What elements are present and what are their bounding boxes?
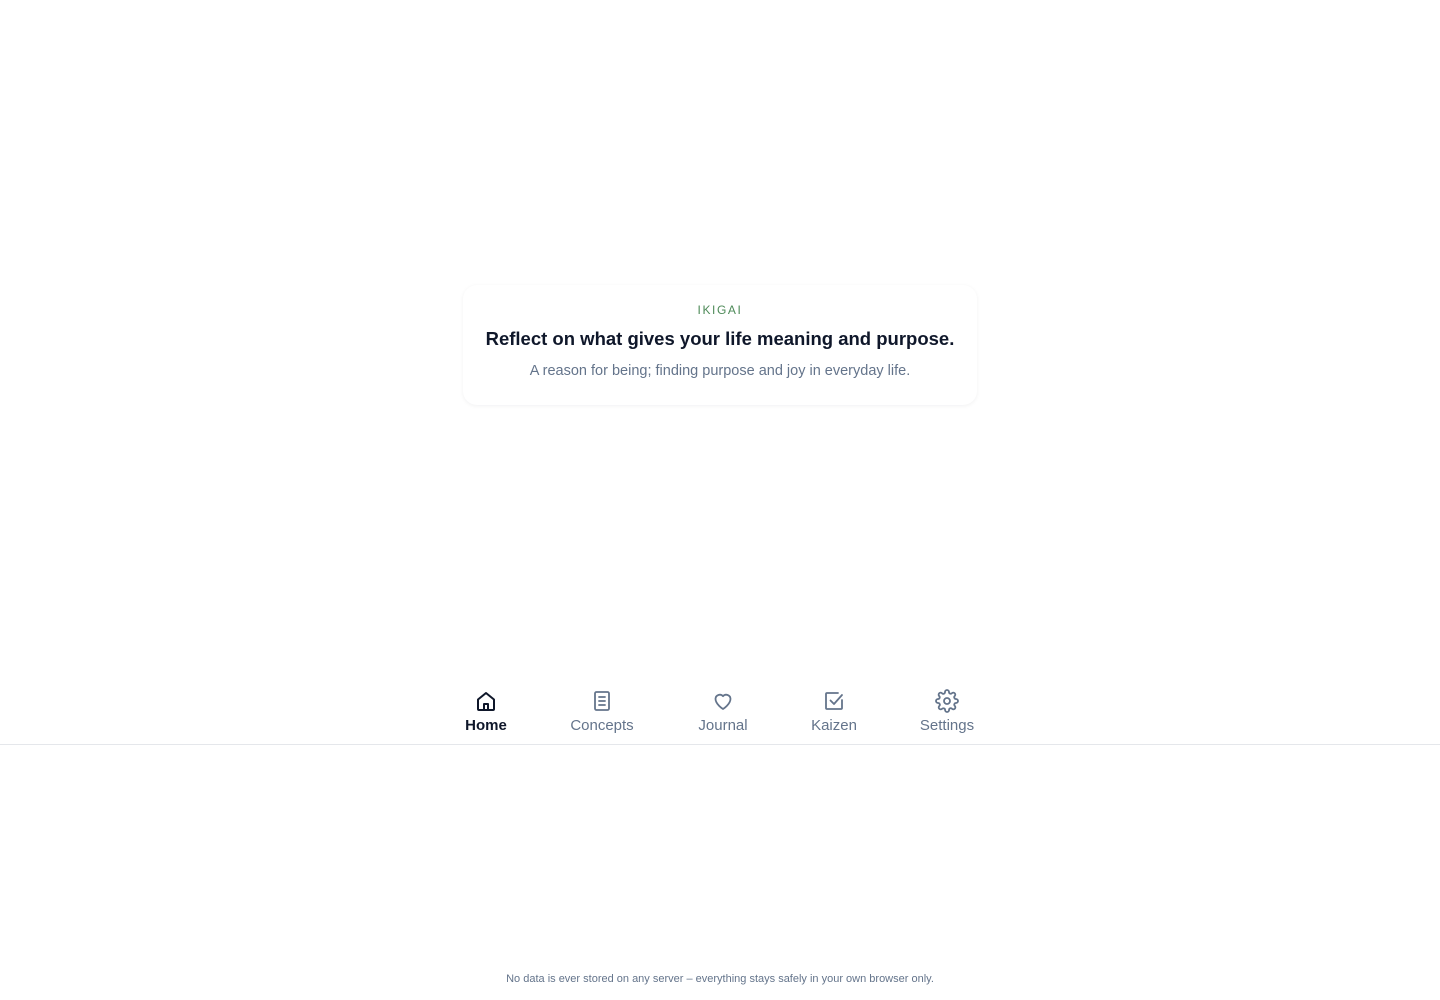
card-subtitle: A reason for being; finding purpose and … — [529, 363, 911, 379]
app-page: IKIGAI Reflect on what gives your life m… — [0, 0, 1440, 1000]
book-icon — [590, 689, 614, 713]
nav-label-settings: Settings — [919, 717, 975, 734]
gear-icon — [935, 689, 959, 713]
nav-label-home: Home — [465, 717, 507, 734]
card-eyebrow: IKIGAI — [697, 303, 743, 317]
nav-item-home[interactable]: Home — [431, 688, 541, 740]
nav-label-concepts: Concepts — [570, 717, 634, 734]
nav-item-concepts[interactable]: Concepts — [547, 688, 657, 740]
nav-item-kaizen[interactable]: Kaizen — [779, 688, 889, 740]
nav-item-settings[interactable]: Settings — [892, 688, 1002, 740]
privacy-notice: No data is ever stored on any server – e… — [506, 973, 934, 985]
checkbox-icon — [822, 689, 846, 713]
ikigai-card: IKIGAI Reflect on what gives your life m… — [463, 285, 977, 405]
heart-icon — [711, 689, 735, 713]
home-icon — [474, 689, 498, 713]
bottom-nav: Home Concepts Journal Kaizen Settings — [0, 676, 1440, 745]
nav-label-kaizen: Kaizen — [811, 717, 857, 734]
nav-item-journal[interactable]: Journal — [668, 688, 778, 740]
card-title: Reflect on what gives your life meaning … — [485, 328, 955, 349]
nav-label-journal: Journal — [698, 717, 748, 734]
